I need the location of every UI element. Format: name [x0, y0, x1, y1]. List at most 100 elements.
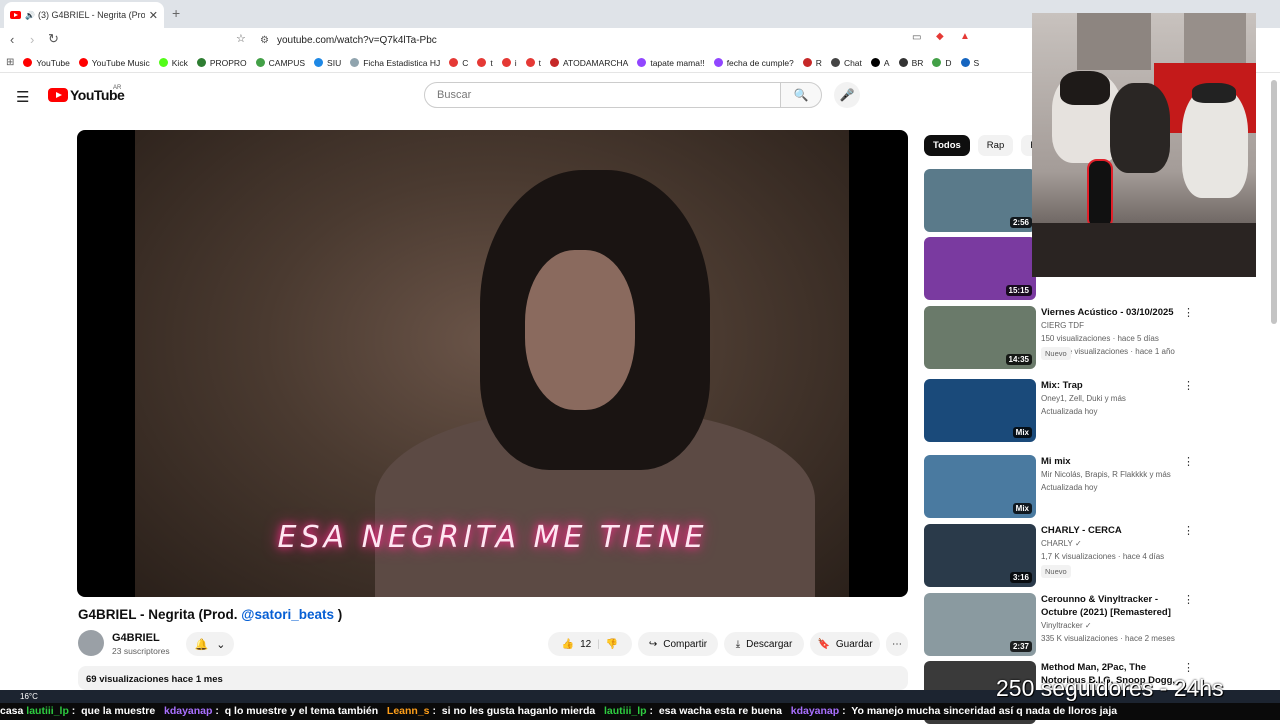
more-options-icon[interactable]: ⋮	[1183, 593, 1194, 606]
extension-alert-icon[interactable]: ▲	[960, 31, 970, 42]
description-box[interactable]: 69 visualizaciones hace 1 mes	[78, 666, 908, 690]
bookmark-item[interactable]: Ficha Estadistica HJ	[350, 58, 440, 68]
video-caption: ESA NEGRITA ME TIENE	[277, 520, 708, 555]
recommendation-meta: 150 visualizaciones · hace 5 días	[1041, 334, 1159, 343]
page-scrollbar[interactable]	[1271, 80, 1277, 324]
recommendation-title[interactable]: Mi mix	[1041, 455, 1181, 468]
bookmark-item[interactable]: ATODAMARCHA	[550, 58, 628, 68]
chat-message: : q lo muestre y el tema también	[212, 705, 387, 717]
video-thumbnail[interactable]: 2:56	[924, 169, 1036, 232]
video-thumbnail[interactable]: 2:37	[924, 593, 1036, 656]
download-button[interactable]: ⤓ Descargar	[724, 632, 804, 656]
browser-tab[interactable]: 🔊 (3) G4BRIEL - Negrita (Prod. ✕	[4, 2, 164, 28]
bookmark-label: YouTube	[36, 57, 70, 68]
more-options-icon[interactable]: ⋮	[1183, 306, 1194, 319]
share-button[interactable]: ↪ Compartir	[638, 632, 718, 656]
bookmark-item[interactable]: Chat	[830, 58, 862, 68]
more-icon: ⋯	[892, 638, 902, 650]
more-options-icon[interactable]: ⋮	[1183, 661, 1194, 674]
filter-chip[interactable]: Rap	[977, 135, 1014, 156]
video-player[interactable]: ESA NEGRITA ME TIENE	[77, 130, 908, 597]
tab-title: (3) G4BRIEL - Negrita (Prod.	[37, 10, 145, 20]
streamer-microphone	[1087, 159, 1113, 229]
recommendation-item[interactable]: 3:16 CHARLY - CERCA ⋮ CHARLY ✓ 1,7 K visuali…	[924, 524, 1274, 588]
more-options-icon[interactable]: ⋮	[1183, 379, 1194, 392]
bookmark-label: ATODAMARCHA	[563, 57, 629, 68]
bookmark-item[interactable]: fecha de cumple?	[713, 58, 794, 68]
save-button[interactable]: 🔖 Guardar	[810, 632, 880, 656]
back-icon[interactable]: ‹	[10, 32, 14, 47]
recommendation-channel[interactable]: CHARLY ✓	[1041, 539, 1082, 548]
reload-icon[interactable]: ↻	[48, 31, 59, 47]
search-input[interactable]: Buscar	[424, 82, 781, 108]
new-badge: Nuevo	[1041, 565, 1071, 578]
video-thumbnail[interactable]: 3:16	[924, 524, 1036, 587]
more-actions-button[interactable]: ⋯	[886, 632, 908, 656]
recommendation-title[interactable]: Cerounno & Vinyltracker - Octubre (2021)…	[1041, 593, 1181, 619]
cast-icon[interactable]: ▭	[912, 32, 921, 43]
chat-username: lautiii_lp	[604, 705, 647, 717]
menu-hamburger-icon[interactable]: ☰	[16, 88, 29, 106]
bookmark-item[interactable]: t	[525, 58, 541, 68]
close-tab-icon[interactable]: ✕	[149, 9, 158, 22]
channel-avatar[interactable]	[78, 630, 104, 656]
dislike-button[interactable]: 👎	[606, 639, 618, 650]
video-thumbnail[interactable]: 14:35	[924, 306, 1036, 369]
bookmark-item[interactable]: tapate mama!!	[637, 57, 705, 68]
recommendation-title[interactable]: Viernes Acústico - 03/10/2025	[1041, 306, 1181, 319]
producer-link[interactable]: @satori_beats	[241, 607, 334, 622]
site-info-icon[interactable]: ⚙	[260, 35, 269, 46]
download-icon: ⤓	[735, 638, 741, 650]
bookmark-item[interactable]: D	[932, 58, 952, 68]
channel-name[interactable]: G4BRIEL	[112, 632, 160, 644]
recommendation-channel[interactable]: Mir Nicolás, Brapis, R Flakkkk y más	[1041, 470, 1171, 479]
apps-grid-icon[interactable]: ⊞	[6, 57, 14, 68]
forward-icon[interactable]: ›	[30, 32, 34, 47]
bookmark-item[interactable]: Kick	[158, 58, 188, 68]
duration-badge: 15:15	[1005, 285, 1032, 296]
duration-badge: 3:16	[1009, 572, 1032, 583]
video-thumbnail[interactable]: 15:15	[924, 237, 1036, 300]
bookmark-label: R	[815, 57, 822, 68]
weather-widget[interactable]: 16°C	[20, 692, 38, 701]
bookmark-item[interactable]: YouTube Music	[78, 58, 150, 68]
bookmark-favicon-icon	[255, 58, 265, 67]
bookmark-item[interactable]: t	[477, 58, 493, 68]
search-button[interactable]: 🔍	[780, 82, 822, 108]
bookmark-item[interactable]: A	[870, 58, 890, 68]
recommendation-channel[interactable]: CIERG TDF	[1041, 321, 1084, 330]
recommendation-title[interactable]: CHARLY - CERCA	[1041, 524, 1181, 537]
address-bar[interactable]: ⚙ youtube.com/watch?v=Q7k4lTa-Pbc	[254, 30, 944, 50]
recommendation-item[interactable]: 2:37 Cerounno & Vinyltracker - Octubre (2…	[924, 593, 1274, 657]
voice-search-button[interactable]: 🎤	[834, 82, 860, 108]
more-options-icon[interactable]: ⋮	[1183, 455, 1194, 468]
recommendation-channel[interactable]: Vinyltracker ✓	[1041, 621, 1092, 630]
recommendation-item[interactable]: 14:35 Viernes Acústico - 03/10/2025 ⋮ CIERG…	[924, 306, 1274, 370]
recommendation-title[interactable]: Mix: Trap	[1041, 379, 1181, 392]
bookmark-item[interactable]: R	[802, 57, 822, 68]
new-tab-icon[interactable]: +	[172, 5, 180, 21]
bookmark-item[interactable]: CAMPUS	[255, 58, 305, 68]
bookmark-item[interactable]: SIU	[314, 58, 341, 68]
bookmark-label: tapate mama!!	[650, 57, 705, 68]
video-thumbnail[interactable]: Mix	[924, 379, 1036, 442]
bookmark-item[interactable]: C	[449, 58, 468, 68]
bookmark-item[interactable]: PROPRO	[196, 58, 247, 68]
bookmark-item[interactable]: YouTube	[23, 57, 70, 68]
bookmark-item[interactable]: i	[501, 58, 517, 68]
extension-shield-icon[interactable]: ◆	[936, 31, 944, 42]
recommendation-channel[interactable]: Oney1, Zell, Duki y más	[1041, 394, 1126, 403]
recommendation-item[interactable]: Mix Mix: Trap ⋮ Oney1, Zell, Duki y más Actu…	[924, 379, 1274, 443]
bookmark-star-icon[interactable]: ☆	[236, 32, 246, 45]
speaker-icon: 🔊	[25, 10, 35, 20]
recommendation-item[interactable]: Mix Mi mix ⋮ Mir Nicolás, Brapis, R Flakkkk…	[924, 455, 1274, 519]
like-button[interactable]: 👍	[562, 639, 574, 650]
more-options-icon[interactable]: ⋮	[1183, 524, 1194, 537]
video-thumbnail[interactable]: Mix	[924, 455, 1036, 518]
bookmark-item[interactable]: BR	[898, 58, 923, 68]
bookmark-item[interactable]: S	[960, 58, 979, 68]
notifications-button[interactable]: 🔔 ⌄	[186, 632, 234, 656]
poster-image	[1184, 13, 1246, 65]
filter-chip[interactable]: Todos	[924, 135, 970, 156]
youtube-logo[interactable]: YouTube AR	[48, 85, 125, 103]
